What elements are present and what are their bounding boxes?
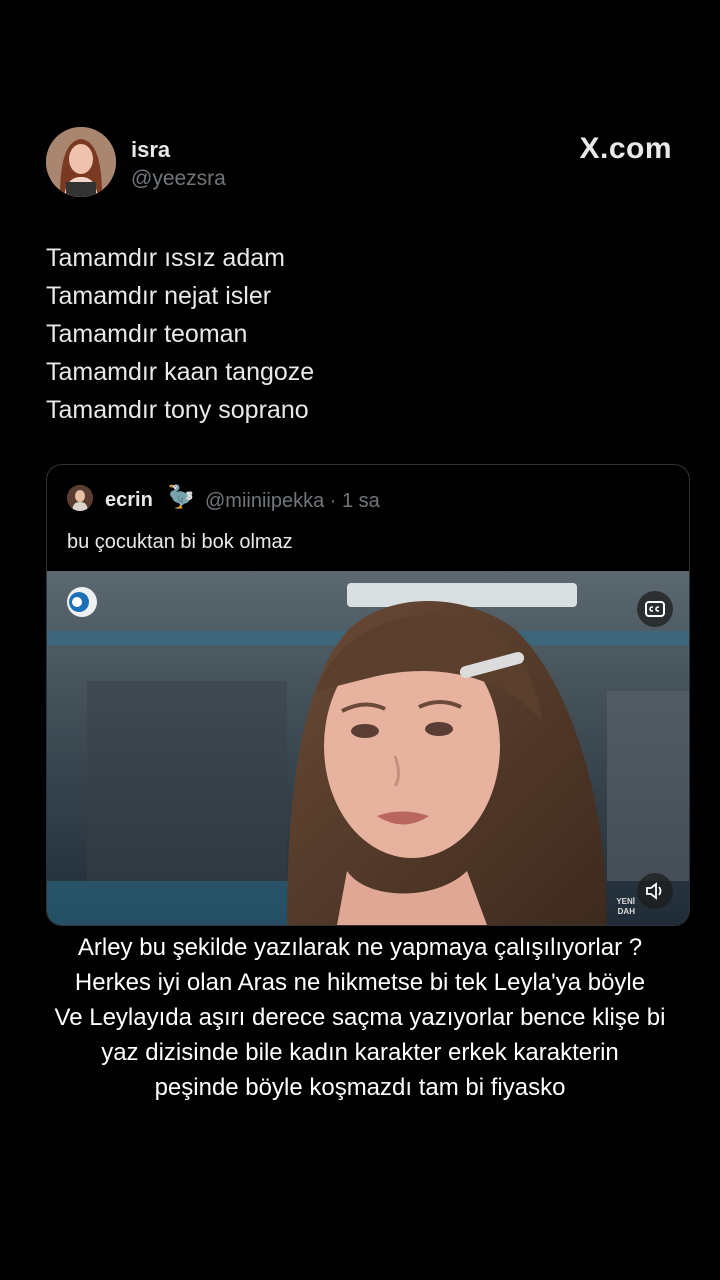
tweet-line: Tamamdır teoman (46, 320, 248, 348)
caption-line: yaz dizisinde bile kadın karakter erkek … (101, 1039, 619, 1066)
channel-logo-icon (65, 585, 99, 619)
broadcast-watermark: YENİ DAH (616, 897, 635, 917)
tweet-line: Tamamdır kaan tangoze (46, 358, 315, 386)
caption-line: peşinde böyle koşmazdı tam bi fiyasko (154, 1074, 566, 1101)
tweet-card: isra @yeezsra X.com Tamamdır ıssız adam … (0, 0, 720, 1280)
quoted-tweet[interactable]: ecrin 🦤 @miiniipekka · 1 sa bu çocuktan … (46, 464, 690, 926)
speaker-icon[interactable] (637, 873, 673, 909)
x-logo: X.com (579, 132, 672, 165)
tweet-line: Tamamdır tony soprano (46, 396, 309, 424)
caption-line: Arley bu şekilde yazılarak ne yapmaya ça… (77, 934, 643, 961)
watermark-line: DAH (617, 907, 635, 916)
tweet-text: Tamamdır ıssız adam Tamamdır nejat isler… (46, 239, 666, 429)
profile-photo-icon[interactable] (46, 127, 116, 197)
video-player[interactable]: YENİ DAH (47, 571, 689, 925)
tweet-line: Tamamdır ıssız adam (46, 244, 285, 272)
closed-captions-icon[interactable] (637, 591, 673, 627)
quote-text: bu çocuktan bi bok olmaz (67, 531, 293, 553)
video-frame (47, 571, 689, 925)
dodo-emoji-icon: 🦤 (167, 484, 195, 509)
quote-avatar-icon[interactable] (67, 485, 93, 511)
caption-line: Ve Leylayıda aşırı derece saçma yazıyorl… (54, 1004, 666, 1031)
quote-author-meta[interactable]: @miiniipekka · 1 sa (205, 490, 380, 513)
watermark-line: YENİ (616, 897, 635, 906)
story-caption: Arley bu şekilde yazılarak ne yapmaya ça… (30, 930, 690, 1105)
author-name[interactable]: isra (131, 137, 170, 163)
caption-line: Herkes iyi olan Aras ne hikmetse bi tek … (74, 969, 646, 996)
quote-author-name[interactable]: ecrin (105, 489, 153, 512)
tweet-line: Tamamdır nejat isler (46, 282, 272, 310)
author-handle[interactable]: @yeezsra (131, 167, 226, 191)
